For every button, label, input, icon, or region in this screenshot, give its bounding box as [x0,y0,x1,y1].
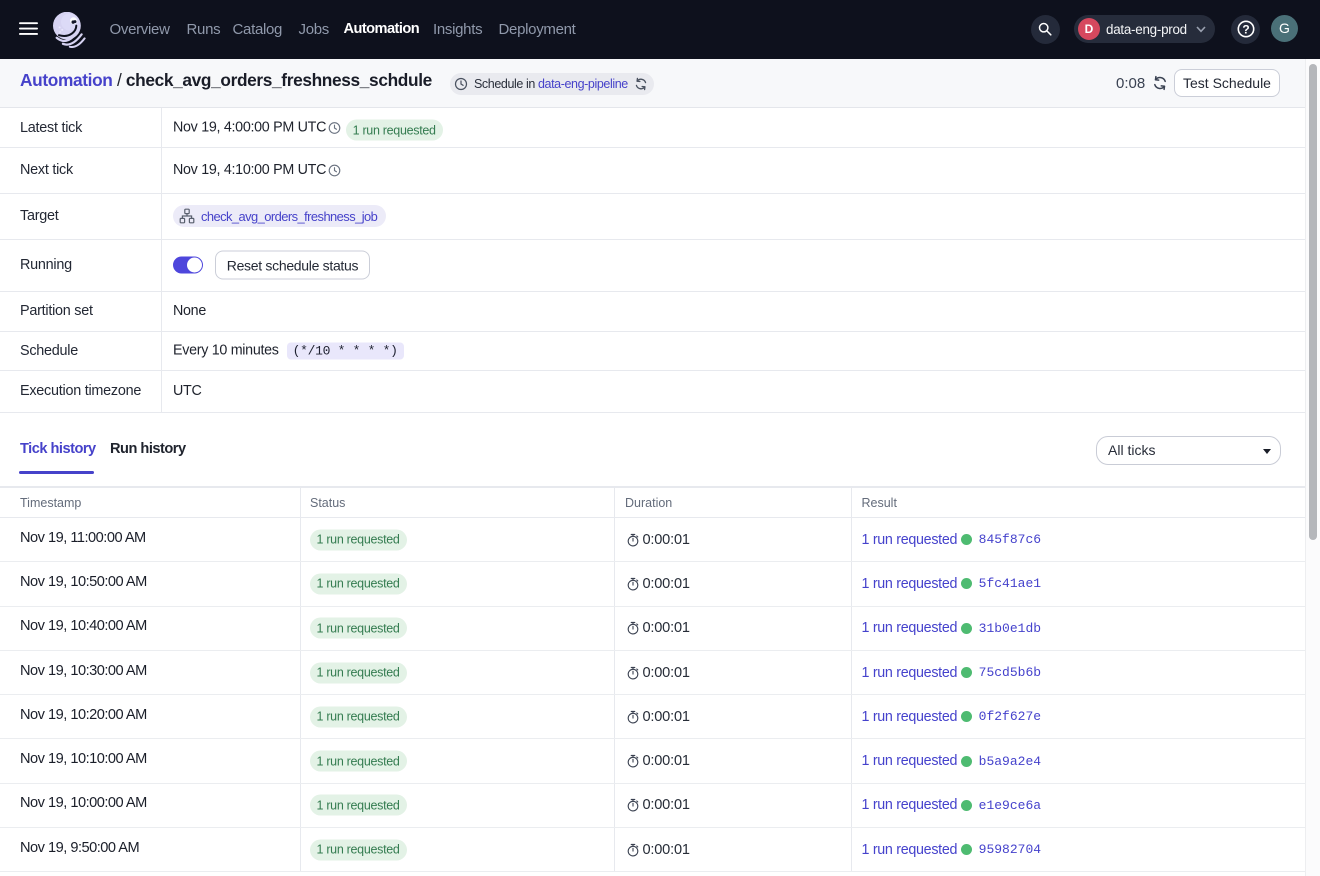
svg-text:?: ? [1242,22,1249,36]
